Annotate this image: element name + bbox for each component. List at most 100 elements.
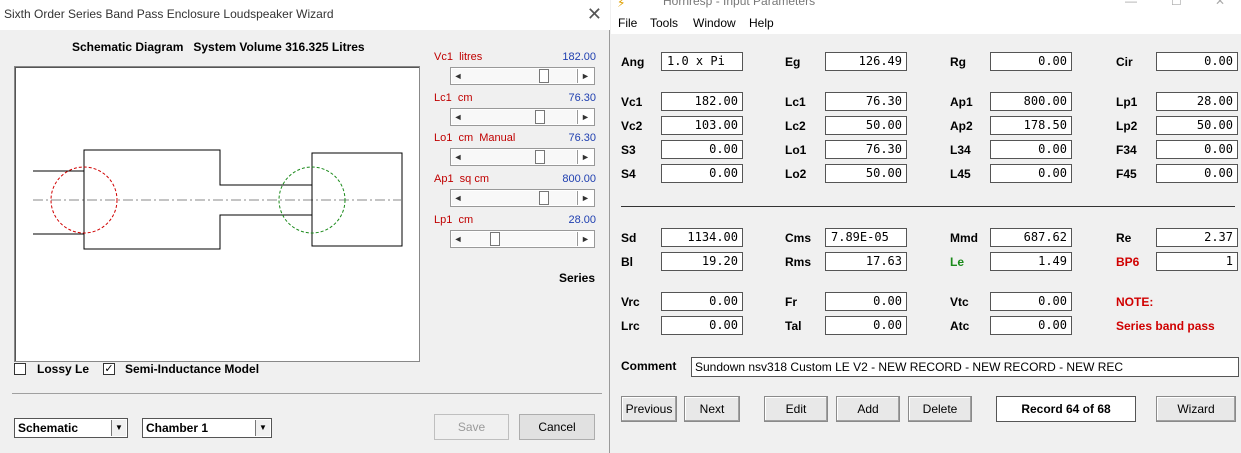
slider-track[interactable] [452, 191, 576, 205]
menu-help[interactable]: Help [749, 16, 774, 30]
param-input-f45[interactable]: 0.00 [1156, 164, 1238, 183]
previous-button[interactable]: Previous [621, 396, 677, 422]
comment-input[interactable]: Sundown nsv318 Custom LE V2 - NEW RECORD… [691, 357, 1239, 377]
param-label-ap1: Ap1 [950, 95, 973, 109]
chamber-select[interactable]: Chamber 1 ▼ [142, 418, 272, 438]
arrow-right-icon[interactable]: ► [577, 232, 593, 246]
param-input-vtc[interactable]: 0.00 [990, 292, 1072, 311]
param-input-fr[interactable]: 0.00 [825, 292, 907, 311]
parameter-slider[interactable]: ◄ ► [450, 189, 595, 207]
slider-value: 800.00 [562, 173, 596, 185]
slider-thumb[interactable] [539, 69, 549, 83]
slider-track[interactable] [452, 232, 576, 246]
param-input-ang[interactable]: 1.0 x Pi [661, 52, 743, 71]
semi-inductance-checkbox[interactable]: ✓ [103, 363, 115, 375]
menu-window[interactable]: Window [693, 16, 736, 30]
lossy-le-checkbox[interactable] [14, 363, 26, 375]
param-input-cms[interactable]: 7.89E-05 [825, 228, 907, 247]
param-input-ap1[interactable]: 800.00 [990, 92, 1072, 111]
param-input-eg[interactable]: 126.49 [825, 52, 907, 71]
param-input-rms[interactable]: 17.63 [825, 252, 907, 271]
arrow-right-icon[interactable]: ► [577, 150, 593, 164]
slider-track[interactable] [452, 69, 576, 83]
cancel-button[interactable]: Cancel [519, 414, 595, 440]
menu-tools[interactable]: Tools [650, 16, 678, 30]
parameter-slider[interactable]: ◄ ► [450, 67, 595, 85]
param-label-cms: Cms [785, 231, 812, 245]
slider-value: 76.30 [568, 92, 596, 104]
param-label-lc2: Lc2 [785, 119, 806, 133]
parameter-slider[interactable]: ◄ ► [450, 230, 595, 248]
param-input-s4[interactable]: 0.00 [661, 164, 743, 183]
param-input-sd[interactable]: 1134.00 [661, 228, 743, 247]
param-input-lp1[interactable]: 28.00 [1156, 92, 1238, 111]
arrow-left-icon[interactable]: ◄ [452, 232, 464, 246]
param-input-vc2[interactable]: 103.00 [661, 116, 743, 135]
comment-label: Comment [621, 359, 677, 373]
arrow-right-icon[interactable]: ► [577, 191, 593, 205]
param-input-bl[interactable]: 19.20 [661, 252, 743, 271]
arrow-right-icon[interactable]: ► [577, 69, 593, 83]
param-input-tal[interactable]: 0.00 [825, 316, 907, 335]
param-input-rg[interactable]: 0.00 [990, 52, 1072, 71]
param-label-le: Le [950, 255, 965, 269]
delete-button[interactable]: Delete [908, 396, 972, 422]
view-select[interactable]: Schematic ▼ [14, 418, 128, 438]
param-input-lo2[interactable]: 50.00 [825, 164, 907, 183]
slider-thumb[interactable] [535, 150, 545, 164]
close-icon[interactable]: ✕ [587, 4, 602, 24]
param-input-lc1[interactable]: 76.30 [825, 92, 907, 111]
slider-thumb[interactable] [490, 232, 500, 246]
param-label-l45: L45 [950, 167, 971, 181]
param-input-lc2[interactable]: 50.00 [825, 116, 907, 135]
menu-bar: File Tools Window Help [611, 14, 1241, 34]
arrow-left-icon[interactable]: ◄ [452, 69, 464, 83]
param-input-lo1[interactable]: 76.30 [825, 140, 907, 159]
param-input-vc1[interactable]: 182.00 [661, 92, 743, 111]
slider-thumb[interactable] [539, 191, 549, 205]
param-input-ap2[interactable]: 178.50 [990, 116, 1072, 135]
param-input-re[interactable]: 2.37 [1156, 228, 1238, 247]
close-icon[interactable]: ✕ [1215, 0, 1225, 8]
wizard-title: Sixth Order Series Band Pass Enclosure L… [4, 7, 334, 21]
arrow-left-icon[interactable]: ◄ [452, 150, 464, 164]
slider-thumb[interactable] [535, 110, 545, 124]
param-input-lrc[interactable]: 0.00 [661, 316, 743, 335]
slider-track[interactable] [452, 150, 576, 164]
param-label-l34: L34 [950, 143, 971, 157]
arrow-left-icon[interactable]: ◄ [452, 191, 464, 205]
menu-file[interactable]: File [618, 16, 637, 30]
slider-label: Lo1 cm Manual [434, 132, 516, 144]
param-label-fr: Fr [785, 295, 797, 309]
param-label-s3: S3 [621, 143, 636, 157]
edit-button[interactable]: Edit [764, 396, 828, 422]
next-button[interactable]: Next [684, 396, 740, 422]
param-input-f34[interactable]: 0.00 [1156, 140, 1238, 159]
param-label-s4: S4 [621, 167, 636, 181]
param-input-cir[interactable]: 0.00 [1156, 52, 1238, 71]
wizard-button[interactable]: Wizard [1156, 396, 1236, 422]
chevron-down-icon[interactable]: ▼ [111, 420, 126, 436]
param-input-atc[interactable]: 0.00 [990, 316, 1072, 335]
param-input-le[interactable]: 1.49 [990, 252, 1072, 271]
param-input-bp6[interactable]: 1 [1156, 252, 1238, 271]
slider-track[interactable] [452, 110, 576, 124]
parameter-slider[interactable]: ◄ ► [450, 148, 595, 166]
maximize-icon[interactable]: ☐ [1171, 0, 1182, 8]
param-input-s3[interactable]: 0.00 [661, 140, 743, 159]
chevron-down-icon[interactable]: ▼ [255, 420, 270, 436]
arrow-right-icon[interactable]: ► [577, 110, 593, 124]
param-input-lp2[interactable]: 50.00 [1156, 116, 1238, 135]
parameter-slider[interactable]: ◄ ► [450, 108, 595, 126]
param-label-bl: Bl [621, 255, 633, 269]
minimize-icon[interactable]: — [1125, 0, 1137, 8]
param-label-vc2: Vc2 [621, 119, 643, 133]
param-input-l45[interactable]: 0.00 [990, 164, 1072, 183]
param-input-l34[interactable]: 0.00 [990, 140, 1072, 159]
param-input-mmd[interactable]: 687.62 [990, 228, 1072, 247]
add-button[interactable]: Add [836, 396, 900, 422]
arrow-left-icon[interactable]: ◄ [452, 110, 464, 124]
param-label-vtc: Vtc [950, 295, 969, 309]
save-button[interactable]: Save [434, 414, 509, 440]
param-input-vrc[interactable]: 0.00 [661, 292, 743, 311]
